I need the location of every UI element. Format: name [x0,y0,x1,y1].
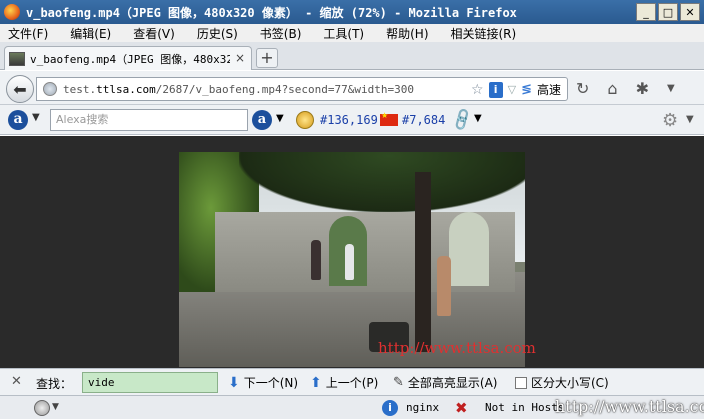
find-bar: ✕ 查找： vide ⬇ 下一个(N) ⬆ 上一个(P) ✎ 全部高亮显示(A)… [0,368,704,395]
puzzle-icon[interactable]: ✱ [636,79,649,98]
find-label: 查找： [36,377,73,391]
photo-person [437,256,451,316]
find-next-label: 下一个(N) [243,376,299,390]
window-title-bar: v_baofeng.mp4（JPEG 图像，480x320 像素） - 缩放 (… [0,0,704,24]
link-icon[interactable]: 🔗 [449,106,476,132]
find-previous-label: 上一个(P) [325,376,379,390]
star-icon[interactable]: ☆ [471,82,484,98]
tab-close-icon[interactable]: × [235,51,245,65]
tab-strip: v_baofeng.mp4（JPEG 图像，480x320 × + [0,42,704,70]
arrow-down-icon: ⬇ [228,374,240,391]
dropdown-triangle-icon[interactable]: ▽ [508,83,516,96]
url-domain: ttlsa.com [96,82,156,96]
tab-thumbnail-icon [9,51,25,66]
menu-edit[interactable]: 编辑(E) [70,25,111,42]
watermark-text-bottom: http://www.ttlsa.com [555,397,704,416]
navigation-bar: ⬅ test.ttlsa.com/2687/v_baofeng.mp4?seco… [0,71,704,105]
menu-related-links[interactable]: 相关链接(R) [451,25,517,42]
alexa-search-button[interactable]: a [252,110,272,130]
menu-history[interactable]: 历史(S) [197,25,238,42]
arrow-up-icon: ⬆ [310,374,322,391]
checkbox-icon[interactable] [515,376,527,389]
status-bar: ▼ i nginx ✖ Not in Hosts http://www.ttls… [0,395,704,419]
hosts-x-icon[interactable]: ✖ [455,399,468,417]
video-frame-image[interactable] [179,152,525,367]
speed-label[interactable]: 高速 [537,81,561,98]
menu-tools[interactable]: 工具(T) [323,25,364,42]
close-icon[interactable]: ✕ [11,374,22,389]
url-path: /2687/v_baofeng.mp4?second=77&width=300 [155,82,415,96]
highlighter-icon: ✎ [393,375,404,390]
gear-icon[interactable]: ⚙ [662,110,678,131]
new-tab-button[interactable]: + [256,48,278,68]
alexa-toolbar: a ▼ Alexa搜索 a ▼ #136,169 #7,684 🔗 ▼ ⚙ ▼ [0,105,704,135]
back-button[interactable]: ⬅ [6,75,34,103]
photo-person [345,244,354,280]
menu-view[interactable]: 查看(V) [133,25,175,42]
find-next-button[interactable]: ⬇ 下一个(N) [228,374,298,391]
menu-help[interactable]: 帮助(H) [386,25,428,42]
speed-icon: ≶ [521,82,532,97]
url-bar-icons: ☆ i ▽ ≶ 高速 [471,81,561,98]
gear-dropdown-icon[interactable]: ▼ [686,114,694,125]
alexa-search-dropdown-icon[interactable]: ▼ [276,113,284,124]
global-rank[interactable]: #136,169 [320,113,378,127]
highlight-all-label: 全部高亮显示(A) [407,376,498,390]
alexa-logo-icon[interactable]: a [8,110,28,130]
find-previous-button[interactable]: ⬆ 上一个(P) [310,374,378,391]
close-button[interactable]: ✕ [680,3,700,21]
url-bar[interactable]: test.ttlsa.com/2687/v_baofeng.mp4?second… [36,77,568,101]
globe-icon [43,82,57,96]
match-case-label: 区分大小写(C) [531,376,609,390]
info-icon[interactable]: i [488,81,503,98]
tab-label: v_baofeng.mp4（JPEG 图像，480x320 [30,52,230,66]
menu-bar: 文件(F) 编辑(E) 查看(V) 历史(S) 书签(B) 工具(T) 帮助(H… [0,24,704,42]
china-flag-icon [380,111,398,126]
url-prefix: test. [63,82,97,96]
status-globe-icon[interactable] [34,400,50,416]
photo-tree-trunk [415,172,431,352]
minimize-button[interactable]: _ [636,3,656,21]
menu-dropdown-icon[interactable]: ▼ [667,83,675,94]
nav-right-buttons: ↻ ⌂ ✱ ▼ [576,79,675,98]
home-icon[interactable]: ⌂ [607,79,617,98]
server-info-icon[interactable]: i [382,400,398,416]
url-text[interactable]: test.ttlsa.com/2687/v_baofeng.mp4?second… [63,83,414,96]
alexa-dropdown-icon[interactable]: ▼ [32,112,40,123]
watermark-text: http://www.ttlsa.com [378,339,536,357]
maximize-button[interactable]: □ [658,3,678,21]
highlight-all-button[interactable]: ✎ 全部高亮显示(A) [393,374,497,391]
alexa-rank-icon[interactable] [296,111,314,129]
firefox-logo-icon [4,4,20,20]
menu-file[interactable]: 文件(F) [8,25,48,42]
match-case-checkbox[interactable]: 区分大小写(C) [515,374,609,391]
reload-icon[interactable]: ↻ [576,79,589,98]
content-area: http://www.ttlsa.com [0,136,704,368]
window-controls: _ □ ✕ [636,3,700,21]
photo-person [311,240,321,280]
tab-active[interactable]: v_baofeng.mp4（JPEG 图像，480x320 × [4,46,252,70]
back-arrow-icon: ⬅ [13,79,27,99]
menu-bookmarks[interactable]: 书签(B) [260,25,302,42]
china-rank[interactable]: #7,684 [402,113,445,127]
photo-canopy [239,152,525,212]
link-dropdown-icon[interactable]: ▼ [474,113,482,124]
find-input[interactable]: vide [82,372,218,393]
photo-arch-right [449,212,489,286]
alexa-search-input[interactable]: Alexa搜索 [50,109,248,131]
status-dropdown-icon[interactable]: ▼ [52,402,59,412]
hosts-status: Not in Hosts [485,401,565,414]
window-title: v_baofeng.mp4（JPEG 图像，480x320 像素） - 缩放 (… [26,5,517,20]
server-name: nginx [406,401,440,414]
